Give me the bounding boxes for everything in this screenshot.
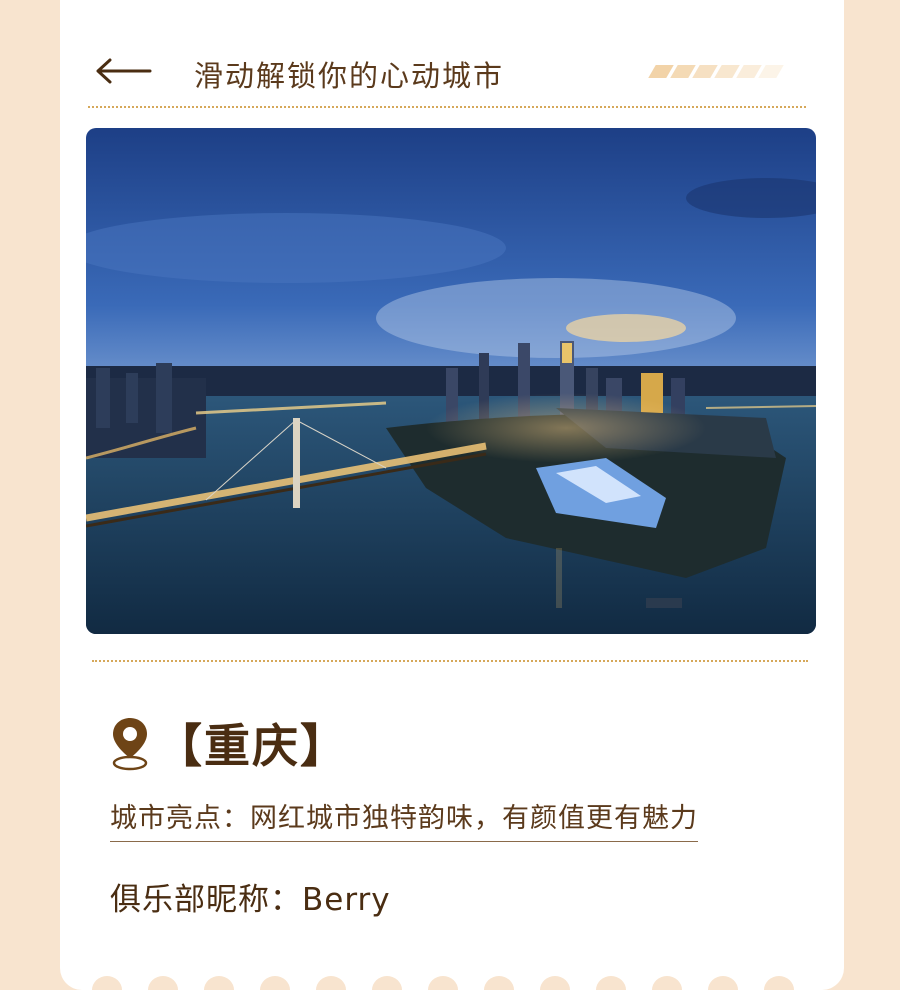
chongqing-night-skyline-image bbox=[86, 128, 816, 634]
middle-divider bbox=[92, 660, 808, 662]
header: 滑动解锁你的心动城市 bbox=[94, 50, 814, 94]
scalloped-edge bbox=[60, 976, 844, 990]
scallop bbox=[764, 976, 794, 990]
header-title: 滑动解锁你的心动城市 bbox=[194, 59, 505, 93]
scallop bbox=[316, 976, 346, 990]
scallop bbox=[92, 976, 122, 990]
scallop bbox=[372, 976, 402, 990]
city-name-row: 【重庆】 bbox=[110, 712, 348, 774]
city-name: 【重庆】 bbox=[156, 719, 348, 773]
scallop bbox=[204, 976, 234, 990]
location-pin-icon bbox=[112, 718, 148, 771]
scallop bbox=[484, 976, 514, 990]
top-divider bbox=[88, 106, 806, 108]
scallop bbox=[652, 976, 682, 990]
city-highlight: 城市亮点：网红城市独特韵味，有颜值更有魅力 bbox=[110, 796, 698, 842]
city-card: 滑动解锁你的心动城市 【重庆】 城市亮点：网红城市独特韵味，有颜值更有魅力 俱乐… bbox=[60, 0, 844, 990]
club-nickname: 俱乐部昵称：Berry bbox=[110, 882, 391, 918]
scallop bbox=[148, 976, 178, 990]
left-arrow-icon[interactable] bbox=[94, 56, 152, 86]
scallop bbox=[708, 976, 738, 990]
stripe bbox=[758, 65, 784, 78]
scallop bbox=[260, 976, 290, 990]
decorative-stripes bbox=[648, 65, 784, 78]
scallop bbox=[428, 976, 458, 990]
scallop bbox=[540, 976, 570, 990]
city-photo bbox=[86, 128, 816, 634]
scallop bbox=[596, 976, 626, 990]
